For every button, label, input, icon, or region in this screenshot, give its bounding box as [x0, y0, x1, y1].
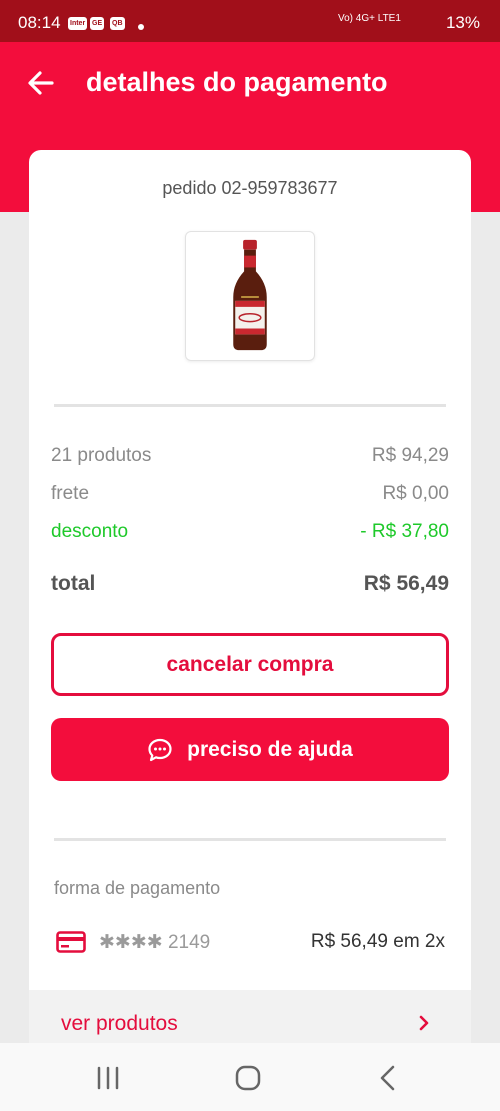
status-time: 08:14: [18, 13, 61, 32]
divider: [54, 404, 446, 407]
home-icon[interactable]: [233, 1063, 263, 1093]
order-number: pedido 02-959783677: [162, 178, 338, 198]
summary-row-total: total R$ 56,49: [51, 572, 449, 600]
back-icon[interactable]: [373, 1063, 403, 1093]
summary-row-products: 21 produtos R$ 94,29: [51, 445, 449, 473]
notification-icon: Inter: [68, 17, 88, 30]
network-status: Vo) 4G+ LTE1: [338, 13, 401, 24]
summary-value: R$ 94,29: [371, 445, 449, 466]
product-thumbnail[interactable]: [185, 231, 315, 361]
help-button[interactable]: preciso de ajuda: [51, 718, 449, 781]
cancel-purchase-label: cancelar compra: [166, 652, 334, 676]
see-products-label: ver produtos: [61, 1012, 178, 1035]
summary-row-discount: desconto - R$ 37,80: [51, 521, 449, 549]
recent-apps-icon[interactable]: [93, 1063, 123, 1093]
beer-bottle-icon: [233, 239, 267, 351]
summary-label: desconto: [51, 521, 129, 542]
chevron-right-icon: [419, 1015, 429, 1031]
summary-value: - R$ 37,80: [360, 521, 449, 542]
cancel-purchase-button[interactable]: cancelar compra: [51, 633, 449, 696]
status-bar: 08:14 Inter GE QB Vo) 4G+ LTE1 13%: [0, 0, 500, 42]
notification-icon: QB: [110, 17, 125, 30]
credit-card-icon: [56, 931, 86, 953]
divider: [54, 838, 446, 841]
summary-label: 21 produtos: [51, 445, 152, 466]
summary-label: frete: [51, 483, 90, 504]
help-label: preciso de ajuda: [187, 737, 353, 761]
battery-level: 13%: [445, 13, 480, 32]
total-label: total: [51, 572, 96, 595]
notification-icon: GE: [90, 17, 105, 30]
arrow-left-icon[interactable]: [26, 68, 56, 98]
page-title: detalhes do pagamento: [86, 67, 388, 97]
summary-value: R$ 0,00: [382, 483, 449, 504]
total-value: R$ 56,49: [363, 572, 449, 595]
payment-method-label: forma de pagamento: [54, 878, 221, 898]
system-navigation-bar: [0, 1043, 500, 1111]
payment-amount: R$ 56,49 em 2x: [310, 931, 445, 952]
summary-row-shipping: frete R$ 0,00: [51, 483, 449, 511]
payment-details-card: pedido 02-959783677 21 produtos R$ 94,29…: [29, 150, 471, 1080]
card-number-masked: ✱✱✱✱ 2149: [99, 932, 211, 953]
notification-dot: [138, 24, 144, 30]
chat-bubble-icon: [148, 738, 172, 761]
